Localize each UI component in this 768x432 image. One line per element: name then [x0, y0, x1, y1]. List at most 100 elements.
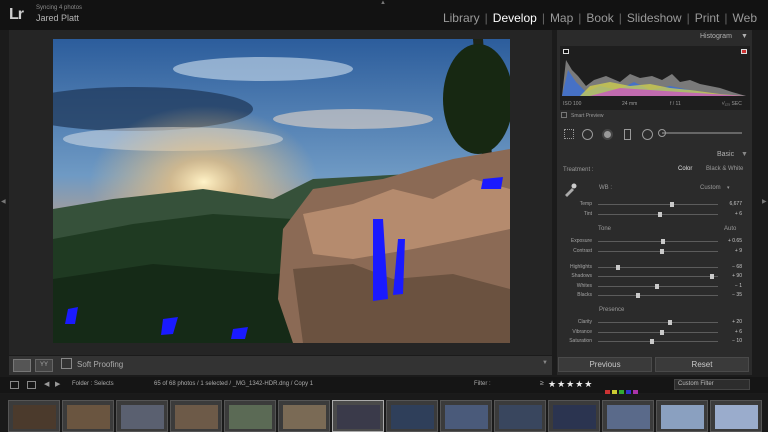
- module-slideshow[interactable]: Slideshow: [622, 11, 687, 25]
- basic-collapse-icon[interactable]: ▼: [741, 151, 748, 158]
- spot-removal-icon[interactable]: [582, 129, 593, 140]
- wb-label: WB :: [599, 185, 612, 191]
- tone-label: Tone: [598, 226, 612, 232]
- slider-knob[interactable]: [668, 320, 672, 325]
- color-label-filter[interactable]: [605, 382, 665, 395]
- reset-button[interactable]: Reset: [655, 357, 749, 372]
- filmstrip-thumbnail[interactable]: [224, 400, 276, 432]
- module-library[interactable]: Library: [438, 11, 485, 25]
- slider-value[interactable]: + 6: [735, 211, 742, 217]
- rating-filter-stars[interactable]: ★★★★★: [548, 379, 593, 390]
- wb-value[interactable]: Custom: [700, 185, 721, 191]
- basic-panel-title[interactable]: Basic: [717, 151, 734, 158]
- treatment-black-white[interactable]: Black & White: [706, 166, 743, 172]
- filmstrip-thumbnail[interactable]: [116, 400, 168, 432]
- radial-filter-icon[interactable]: [642, 129, 653, 140]
- filmstrip-thumbnail[interactable]: [62, 400, 114, 432]
- slider-track[interactable]: [598, 276, 718, 277]
- slider-knob[interactable]: [670, 202, 675, 207]
- slider-value[interactable]: − 1: [735, 283, 742, 289]
- module-web[interactable]: Web: [728, 11, 762, 25]
- slider-track[interactable]: [598, 341, 718, 342]
- right-panel-arrow-icon[interactable]: ▶: [762, 198, 767, 205]
- slider-knob[interactable]: [635, 293, 640, 298]
- soft-proofing-label: Soft Proofing: [77, 360, 124, 369]
- module-develop[interactable]: Develop: [488, 11, 542, 25]
- brush-slider[interactable]: [662, 132, 742, 134]
- rating-operator[interactable]: ≥: [540, 380, 544, 387]
- adjustment-brush-icon[interactable]: [658, 129, 666, 137]
- slider-knob[interactable]: [659, 249, 664, 254]
- filmstrip-thumbnail[interactable]: [170, 400, 222, 432]
- tone-auto-button[interactable]: Auto: [724, 226, 736, 232]
- wb-dropdown-icon[interactable]: ▾: [727, 185, 730, 191]
- slider-knob[interactable]: [616, 265, 621, 270]
- grid-view-icon[interactable]: [27, 381, 36, 389]
- filmstrip-thumbnail[interactable]: [602, 400, 654, 432]
- slider-value[interactable]: + 0.65: [728, 238, 742, 244]
- filmstrip-thumbnail[interactable]: [278, 400, 330, 432]
- identity-plate: Lr Syncing 4 photos Jared Platt ▲ Librar…: [0, 0, 768, 30]
- slider-knob[interactable]: [660, 239, 665, 244]
- module-print[interactable]: Print: [690, 11, 725, 25]
- slider-value[interactable]: + 9: [735, 248, 742, 254]
- slider-value[interactable]: + 90: [732, 273, 742, 279]
- slider-knob[interactable]: [658, 212, 663, 217]
- photo-preview[interactable]: [53, 39, 510, 343]
- wb-eyedropper-icon[interactable]: [563, 183, 577, 197]
- slider-label: Clarity: [577, 319, 592, 325]
- slider-track[interactable]: [598, 322, 718, 323]
- slider-knob[interactable]: [659, 330, 664, 335]
- prev-photo-arrow-icon[interactable]: ◀: [44, 380, 49, 388]
- slider-value[interactable]: + 6: [735, 329, 742, 335]
- filmstrip-thumbnail[interactable]: [440, 400, 492, 432]
- slider-track[interactable]: [598, 251, 718, 252]
- shadow-clipping-icon[interactable]: [563, 49, 569, 54]
- highlight-clipping-icon[interactable]: [741, 49, 747, 54]
- slider-value[interactable]: + 20: [732, 319, 742, 325]
- secondary-display-icon[interactable]: [10, 381, 19, 389]
- thumbnail-image: [13, 405, 56, 429]
- loupe-view-icon[interactable]: [13, 359, 31, 372]
- histogram-collapse-icon[interactable]: ▼: [741, 33, 748, 40]
- module-book[interactable]: Book: [581, 11, 618, 25]
- slider-value[interactable]: 6,677: [729, 201, 742, 207]
- red-eye-icon[interactable]: [602, 129, 613, 140]
- slider-track[interactable]: [598, 204, 718, 205]
- crop-icon[interactable]: [564, 129, 574, 139]
- filmstrip-thumbnail[interactable]: [494, 400, 546, 432]
- top-panel-arrow-icon[interactable]: ▲: [380, 0, 386, 6]
- before-after-icon[interactable]: YY: [35, 359, 53, 372]
- slider-row-vibrance: Vibrance + 6: [560, 329, 750, 337]
- slider-row-highlights: Highlights − 68: [560, 264, 750, 272]
- slider-track[interactable]: [598, 332, 718, 333]
- filmstrip-thumbnail[interactable]: [386, 400, 438, 432]
- slider-label: Tint: [583, 211, 592, 217]
- slider-knob[interactable]: [654, 284, 659, 289]
- custom-filter-select[interactable]: Custom Filter: [674, 379, 750, 390]
- slider-knob[interactable]: [650, 339, 654, 344]
- slider-track[interactable]: [598, 295, 718, 296]
- filmstrip-source[interactable]: Folder : Selects: [72, 381, 114, 387]
- slider-value[interactable]: − 10: [732, 338, 742, 344]
- module-map[interactable]: Map: [545, 11, 578, 25]
- histogram: ISO 100 24 mm f / 11 ¹⁄₁₂₅ SEC: [560, 46, 750, 110]
- filmstrip-thumbnail[interactable]: [332, 400, 384, 432]
- left-panel-arrow-icon[interactable]: ◀: [1, 198, 6, 205]
- thumbnail-image: [175, 405, 218, 429]
- slider-track[interactable]: [598, 241, 718, 242]
- filmstrip-thumbnail[interactable]: [8, 400, 60, 432]
- soft-proofing-checkbox[interactable]: [61, 358, 72, 369]
- filmstrip-thumbnail[interactable]: [548, 400, 600, 432]
- toolbar-menu-icon[interactable]: ▼: [542, 360, 548, 366]
- treatment-color[interactable]: Color: [678, 166, 692, 172]
- slider-value[interactable]: − 68: [732, 264, 742, 270]
- next-photo-arrow-icon[interactable]: ▶: [55, 380, 60, 388]
- graduated-filter-icon[interactable]: [624, 129, 631, 140]
- filmstrip-thumbnail[interactable]: [710, 400, 762, 432]
- previous-button[interactable]: Previous: [558, 357, 652, 372]
- filmstrip-thumbnail[interactable]: [656, 400, 708, 432]
- slider-value[interactable]: − 35: [732, 292, 742, 298]
- slider-knob[interactable]: [710, 274, 714, 279]
- histogram-title[interactable]: Histogram: [700, 33, 732, 40]
